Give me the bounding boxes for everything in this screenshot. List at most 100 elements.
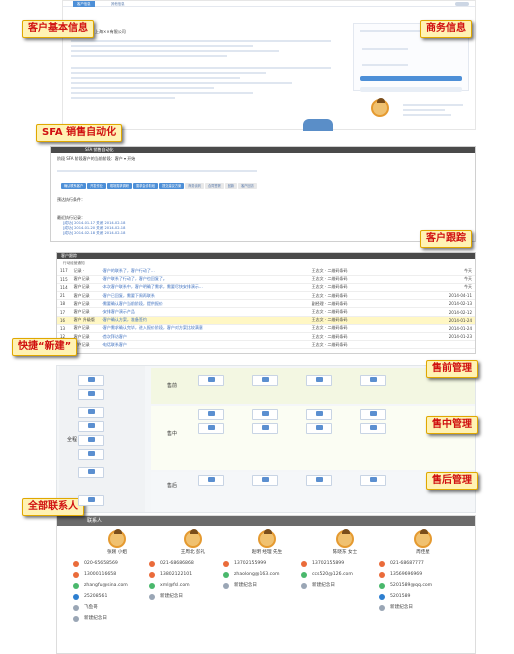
quick-new-icon[interactable] [360,375,386,386]
quick-new-icon[interactable] [252,409,278,420]
contact-mail-line[interactable]: 5201589@qq.com [378,580,468,591]
contact-mail-line[interactable]: ccs520@126.com [300,569,390,580]
follow-up-row[interactable]: 21 客户记录 ·客户已回复，需要下周再联系 王志文 · 二维码条码 2014-04-1… [57,291,475,301]
follow-up-cell-text[interactable]: ·客户已回复，需要下周再联系 [98,291,309,301]
after-sale-label: 售后 [167,483,178,489]
quick-new-icon[interactable] [198,423,224,434]
follow-up-cell-num: 13 [57,324,71,334]
quick-new-icon[interactable] [78,495,104,506]
follow-up-cell-num: 18 [57,299,71,309]
follow-up-cell-date: 今天 [404,267,475,276]
follow-up-cell-owner: 王志文 · 二维码条码 [308,307,405,317]
follow-up-row[interactable]: 117 记录 · ·客户的联系了，客户行动了... 王志文 · 二维码条码 今天 [57,267,475,276]
follow-up-row[interactable]: 115 客户记录 ·客户联系了行动了，客户也回复了。 王志文 · 二维码条码 今天 [57,275,475,284]
quick-new-icon[interactable] [78,389,104,400]
follow-up-cell-date [404,340,475,350]
quick-new-icon[interactable] [198,475,224,486]
tab-customer-info[interactable]: 客户信息 [73,1,95,7]
callout-follow-up: 客户跟踪 [420,230,472,248]
contact-phone-line[interactable]: 13702155999 [222,558,312,569]
quick-new-icon[interactable] [78,435,104,446]
follow-up-table: 117 记录 · ·客户的联系了，客户行动了... 王志文 · 二维码条码 今天 115 客… [57,267,475,350]
quick-new-icon[interactable] [306,423,332,434]
account-manager-avatar [371,98,389,117]
sfa-pipeline-step[interactable]: 现场需求调研 [106,183,132,189]
follow-up-cell-text[interactable]: ·客户联系了行动了，客户也回复了。 [98,275,309,284]
contact-card[interactable]: 陈晓东 女士 13702155899 ccs520@126.com 新建纪念日 [300,529,390,650]
quick-new-icon[interactable] [78,407,104,418]
follow-up-row[interactable]: 18 客户记录 ·需要确认客户当前阶段，提供报价 副经理 · 二维码条码 2014-02… [57,299,475,309]
contact-qq-line[interactable]: 5201589 [378,591,468,602]
quick-new-icon[interactable] [78,467,104,478]
follow-up-cell-text[interactable]: ·客户确认方案，准备签约 [98,316,309,325]
quick-new-icon[interactable] [78,421,104,432]
quick-new-icon[interactable] [252,423,278,434]
follow-up-row[interactable]: 13 客户记录 ·客户需求确认完毕，进入报价阶段，客户对方案比较满意 王志文 · 二维… [57,324,475,334]
tab-other-info[interactable]: 其他信息 [111,1,125,7]
follow-up-row[interactable]: 114 客户记录 ·本次客户联系中，客户明确了需求，需要尽快安排演示... 王志文 ·… [57,283,475,293]
quick-new-icon[interactable] [306,375,332,386]
sfa-record[interactable]: [成功] 2014-02-18 关闭 2014-02-18 [63,231,125,236]
customer-fields [71,37,331,102]
follow-up-cell-text[interactable]: ·需要确认客户当前阶段，提供报价 [98,299,309,309]
contact-name: 周佳星 [416,550,430,555]
quick-new-icon[interactable] [360,423,386,434]
contact-avatar [184,529,202,548]
follow-up-row[interactable]: 17 客户记录 ·安排客户演示产品 王志文 · 二维码条码 2014-02-12 [57,307,475,317]
quick-new-icon[interactable] [306,475,332,486]
follow-up-cell-type: 客户记录 [70,275,99,284]
follow-up-cell-text[interactable]: ·电话联系客户 [98,340,309,350]
follow-up-title: 客户跟踪 [61,253,77,258]
sfa-panel: SFA 销售自动化 阶段 SFA 阶段客户的当前阶段：客户 ▾ 开始 确认联系客… [50,146,476,242]
window-controls[interactable] [455,2,469,6]
contact-wb-line[interactable]: 新建纪念日 [300,580,390,591]
quick-new-icon[interactable] [252,375,278,386]
quick-new-panel: 全程 售前 售中 售后 [56,365,476,513]
contact-wb-line[interactable]: 新建纪念日 [378,602,468,613]
callout-quick-new: 快捷“新建” [12,338,78,356]
contact-phone-line[interactable]: 13569696969 [378,569,468,580]
quick-new-icon[interactable] [78,449,104,460]
follow-up-cell-text[interactable]: ·首次拜访客户 [98,332,309,342]
quick-new-icon[interactable] [198,409,224,420]
follow-up-cell-owner: 王志文 · 二维码条码 [308,316,405,325]
contact-wb-line[interactable]: 新建纪念日 [222,580,312,591]
follow-up-row[interactable]: 12 客户记录 ·首次拜访客户 王志文 · 二维码条码 2014-01-23 [57,332,475,342]
follow-up-cell-text[interactable]: ·客户的联系了，客户行动了... [98,267,309,276]
follow-up-cell-text[interactable]: ·本次客户联系中，客户明确了需求，需要尽快安排演示... [98,283,309,293]
sfa-stage-row: 阶段 SFA 阶段客户的当前阶段：客户 ▾ 开始 [57,156,136,161]
quick-new-icon[interactable] [360,475,386,486]
quick-new-icon[interactable] [360,409,386,420]
follow-up-cell-num: 17 [57,307,71,317]
quick-new-icon[interactable] [198,375,224,386]
quick-new-icon[interactable] [78,375,104,386]
sfa-pipeline-step[interactable]: 开发作业 [87,183,106,189]
sfa-pipeline-step[interactable]: 提交建议方案 [159,183,185,189]
contact-mail-line[interactable]: zhaolong@163.com [222,569,312,580]
sfa-pipeline-step[interactable]: 回款 [224,183,238,189]
follow-up-cell-type: 客户记录 [70,291,99,301]
sfa-pipeline-step[interactable]: 商务谈判 [185,183,204,189]
follow-up-cell-text[interactable]: ·安排客户演示产品 [98,307,309,317]
quick-new-icon[interactable] [306,409,332,420]
callout-all-contacts: 全部联系人 [22,498,84,516]
contact-avatar [336,529,354,548]
contact-card[interactable]: 赵明 经理 先生 13702155999 zhaolong@163.com 新建纪念日 [222,529,312,650]
follow-up-cell-type: 客户记录 [70,324,99,334]
sfa-toolbar [57,167,257,175]
callout-sfa: SFA 销售自动化 [36,124,123,142]
sfa-title: SFA 销售自动化 [85,147,114,152]
customer-company-name: 上海××有限公司 [95,29,126,34]
contact-phone-line[interactable]: 021-68687777 [378,558,468,569]
follow-up-row[interactable]: 10客户记录·电话联系客户王志文 · 二维码条码 [57,340,475,350]
contact-phone-line[interactable]: 13702155899 [300,558,390,569]
customer-save-button[interactable] [303,119,333,131]
follow-up-row[interactable]: 16 客户 升级版 ·客户确认方案，准备签约 王志文 · 二维码条码 2014-01-2… [57,316,475,325]
contact-card[interactable]: 周佳星 021-68687777 13569696969 5201589@qq.com… [378,529,468,650]
quick-new-icon[interactable] [252,475,278,486]
sfa-pipeline-step[interactable]: 确认联系客户 [61,183,87,189]
sfa-pipeline-step[interactable]: 需求会诊阶段 [133,183,159,189]
sfa-pipeline-step[interactable]: 合同签署 [205,183,224,189]
sfa-pipeline-step[interactable]: 客户回访 [238,183,257,189]
follow-up-cell-text[interactable]: ·客户需求确认完毕，进入报价阶段，客户对方案比较满意 [98,324,309,334]
